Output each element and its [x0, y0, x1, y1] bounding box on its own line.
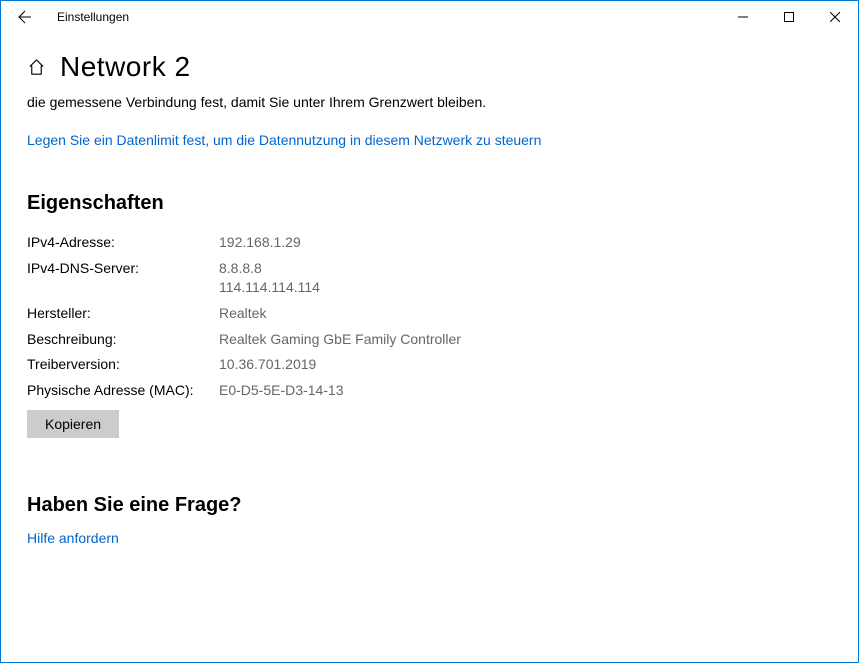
property-row: Beschreibung: Realtek Gaming GbE Family … — [27, 330, 461, 356]
property-row: Treiberversion: 10.36.701.2019 — [27, 355, 461, 381]
property-row: IPv4-DNS-Server: 8.8.8.8 114.114.114.114 — [27, 259, 461, 304]
minimize-icon — [738, 12, 748, 22]
close-button[interactable] — [812, 1, 858, 33]
property-value: E0-D5-5E-D3-14-13 — [219, 381, 461, 407]
page-header: Network 2 — [27, 51, 832, 83]
property-row: IPv4-Adresse: 192.168.1.29 — [27, 233, 461, 259]
page-title: Network 2 — [60, 51, 191, 83]
property-value: 10.36.701.2019 — [219, 355, 461, 381]
home-icon[interactable] — [27, 58, 46, 77]
window-controls — [720, 1, 858, 33]
data-limit-link[interactable]: Legen Sie ein Datenlimit fest, um die Da… — [27, 131, 582, 151]
copy-button[interactable]: Kopieren — [27, 410, 119, 438]
properties-heading: Eigenschaften — [27, 192, 832, 215]
property-label: Hersteller: — [27, 304, 219, 330]
property-label: Treiberversion: — [27, 355, 219, 381]
window-title: Einstellungen — [57, 10, 129, 24]
help-heading: Haben Sie eine Frage? — [27, 494, 832, 517]
property-row: Physische Adresse (MAC): E0-D5-5E-D3-14-… — [27, 381, 461, 407]
property-value: Realtek — [219, 304, 461, 330]
minimize-button[interactable] — [720, 1, 766, 33]
property-value: 8.8.8.8 114.114.114.114 — [219, 259, 461, 304]
property-label: Physische Adresse (MAC): — [27, 381, 219, 407]
content-area: Network 2 die gemessene Verbindung fest,… — [1, 33, 858, 549]
close-icon — [830, 12, 840, 22]
property-value: Realtek Gaming GbE Family Controller — [219, 330, 461, 356]
property-value: 192.168.1.29 — [219, 233, 461, 259]
properties-table: IPv4-Adresse: 192.168.1.29 IPv4-DNS-Serv… — [27, 233, 461, 406]
maximize-button[interactable] — [766, 1, 812, 33]
metered-description: die gemessene Verbindung fest, damit Sie… — [27, 93, 582, 113]
back-button[interactable] — [9, 1, 41, 33]
property-row: Hersteller: Realtek — [27, 304, 461, 330]
get-help-link[interactable]: Hilfe anfordern — [27, 529, 582, 549]
property-label: IPv4-Adresse: — [27, 233, 219, 259]
property-label: Beschreibung: — [27, 330, 219, 356]
property-label: IPv4-DNS-Server: — [27, 259, 219, 304]
titlebar: Einstellungen — [1, 1, 858, 33]
arrow-left-icon — [17, 9, 33, 25]
maximize-icon — [784, 12, 794, 22]
